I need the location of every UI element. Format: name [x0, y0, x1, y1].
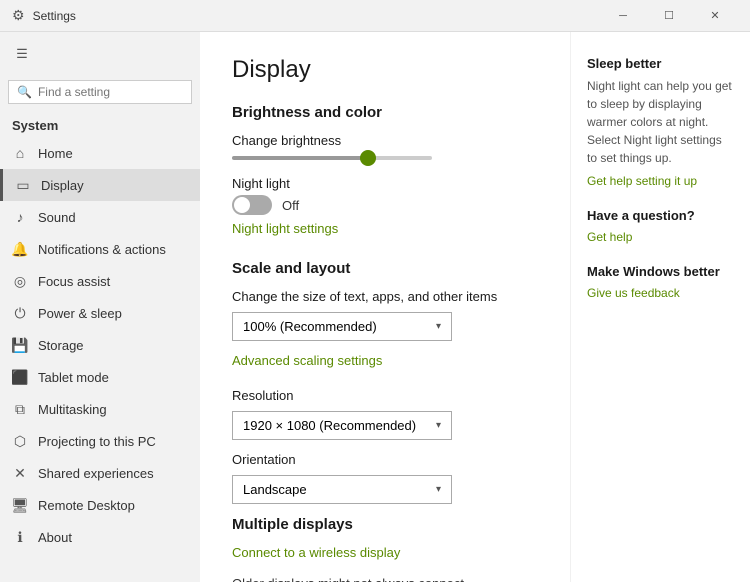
shared-icon: ✕	[12, 465, 28, 481]
advanced-scaling-link[interactable]: Advanced scaling settings	[232, 353, 382, 368]
orientation-label: Orientation	[232, 452, 538, 467]
night-light-label: Night light	[232, 176, 290, 191]
close-button[interactable]: ✕	[692, 0, 738, 32]
sidebar-item-projecting-label: Projecting to this PC	[38, 434, 156, 449]
brightness-heading: Brightness and color	[232, 104, 538, 121]
sidebar-item-storage[interactable]: 💾 Storage	[0, 329, 200, 361]
change-brightness-label: Change brightness	[232, 133, 538, 148]
windows-title: Make Windows better	[587, 264, 734, 279]
search-box[interactable]: 🔍	[8, 80, 192, 104]
projecting-icon: ⬡	[12, 433, 28, 449]
sidebar-item-tablet[interactable]: ⬛ Tablet mode	[0, 361, 200, 393]
search-input[interactable]	[38, 85, 193, 99]
night-light-toggle-row: Off	[232, 195, 538, 215]
sidebar-item-power[interactable]: ⏻ Power & sleep	[0, 297, 200, 329]
orientation-dropdown-arrow: ▾	[436, 484, 441, 495]
sidebar-item-about-label: About	[38, 530, 72, 545]
toggle-thumb	[234, 197, 250, 213]
sidebar-item-projecting[interactable]: ⬡ Projecting to this PC	[0, 425, 200, 457]
storage-icon: 💾	[12, 337, 28, 353]
sidebar-item-tablet-label: Tablet mode	[38, 370, 109, 385]
question-link[interactable]: Get help	[587, 230, 632, 244]
connect-wireless-link[interactable]: Connect to a wireless display	[232, 545, 400, 560]
windows-link[interactable]: Give us feedback	[587, 286, 680, 300]
resolution-label: Resolution	[232, 388, 538, 403]
sleep-link[interactable]: Get help setting it up	[587, 174, 697, 188]
older-displays-desc: Older displays might not always connect …	[232, 576, 538, 582]
right-panel: Sleep better Night light can help you ge…	[570, 32, 750, 582]
titlebar-left: ⚙ Settings	[12, 7, 76, 24]
question-title: Have a question?	[587, 208, 734, 223]
sidebar-item-about[interactable]: ℹ About	[0, 521, 200, 553]
multitasking-icon: ⧉	[12, 401, 28, 417]
sidebar-item-power-label: Power & sleep	[38, 306, 122, 321]
app-container: ☰ 🔍 System ⌂ Home ▭ Display ♪ Sound 🔔 No…	[0, 32, 750, 582]
sidebar-item-focus[interactable]: ◎ Focus assist	[0, 265, 200, 297]
notifications-icon: 🔔	[12, 241, 28, 257]
resolution-dropdown-arrow: ▾	[436, 420, 441, 431]
sidebar-item-display-label: Display	[41, 178, 84, 193]
sound-icon: ♪	[12, 209, 28, 225]
maximize-button[interactable]: ☐	[646, 0, 692, 32]
titlebar-controls: ─ ☐ ✕	[600, 0, 738, 32]
sidebar-item-focus-label: Focus assist	[38, 274, 110, 289]
scale-layout-heading: Scale and layout	[232, 260, 538, 277]
settings-app-icon: ⚙	[12, 7, 25, 24]
main-content: Display Brightness and color Change brig…	[200, 32, 570, 582]
titlebar: ⚙ Settings ─ ☐ ✕	[0, 0, 750, 32]
sidebar-item-remote-label: Remote Desktop	[38, 498, 135, 513]
sidebar-item-storage-label: Storage	[38, 338, 84, 353]
sidebar-item-multitasking[interactable]: ⧉ Multitasking	[0, 393, 200, 425]
sleep-desc: Night light can help you get to sleep by…	[587, 77, 734, 167]
sidebar-item-multitasking-label: Multitasking	[38, 402, 107, 417]
sidebar-item-home-label: Home	[38, 146, 73, 161]
sidebar: ☰ 🔍 System ⌂ Home ▭ Display ♪ Sound 🔔 No…	[0, 32, 200, 582]
orientation-dropdown[interactable]: Landscape ▾	[232, 475, 452, 504]
night-light-row: Night light	[232, 176, 538, 191]
night-light-toggle[interactable]	[232, 195, 272, 215]
brightness-slider[interactable]	[232, 156, 432, 160]
night-light-state: Off	[282, 198, 299, 213]
power-icon: ⏻	[12, 305, 28, 321]
sidebar-item-sound[interactable]: ♪ Sound	[0, 201, 200, 233]
minimize-button[interactable]: ─	[600, 0, 646, 32]
sidebar-item-remote[interactable]: 🖥 Remote Desktop	[0, 489, 200, 521]
sidebar-item-home[interactable]: ⌂ Home	[0, 137, 200, 169]
focus-icon: ◎	[12, 273, 28, 289]
brightness-slider-container	[232, 156, 538, 160]
tablet-icon: ⬛	[12, 369, 28, 385]
scale-label: Change the size of text, apps, and other…	[232, 289, 538, 304]
scale-value: 100% (Recommended)	[243, 319, 377, 334]
sidebar-item-shared[interactable]: ✕ Shared experiences	[0, 457, 200, 489]
orientation-value: Landscape	[243, 482, 307, 497]
multiple-displays-heading: Multiple displays	[232, 516, 538, 533]
resolution-value: 1920 × 1080 (Recommended)	[243, 418, 416, 433]
sidebar-item-sound-label: Sound	[38, 210, 76, 225]
home-icon: ⌂	[12, 145, 28, 161]
display-icon: ▭	[15, 177, 31, 193]
scale-dropdown[interactable]: 100% (Recommended) ▾	[232, 312, 452, 341]
system-section-label: System	[0, 112, 200, 137]
sidebar-item-notifications[interactable]: 🔔 Notifications & actions	[0, 233, 200, 265]
sidebar-item-notifications-label: Notifications & actions	[38, 242, 166, 257]
resolution-dropdown[interactable]: 1920 × 1080 (Recommended) ▾	[232, 411, 452, 440]
search-icon: 🔍	[17, 85, 32, 99]
night-light-settings-link[interactable]: Night light settings	[232, 221, 338, 236]
sleep-title: Sleep better	[587, 56, 734, 71]
remote-icon: 🖥	[12, 497, 28, 513]
titlebar-title: Settings	[33, 9, 76, 23]
hamburger-button[interactable]: ☰	[0, 32, 44, 76]
brightness-thumb[interactable]	[360, 150, 376, 166]
page-title: Display	[232, 56, 538, 84]
about-icon: ℹ	[12, 529, 28, 545]
sidebar-item-shared-label: Shared experiences	[38, 466, 154, 481]
sidebar-item-display[interactable]: ▭ Display	[0, 169, 200, 201]
scale-dropdown-arrow: ▾	[436, 321, 441, 332]
